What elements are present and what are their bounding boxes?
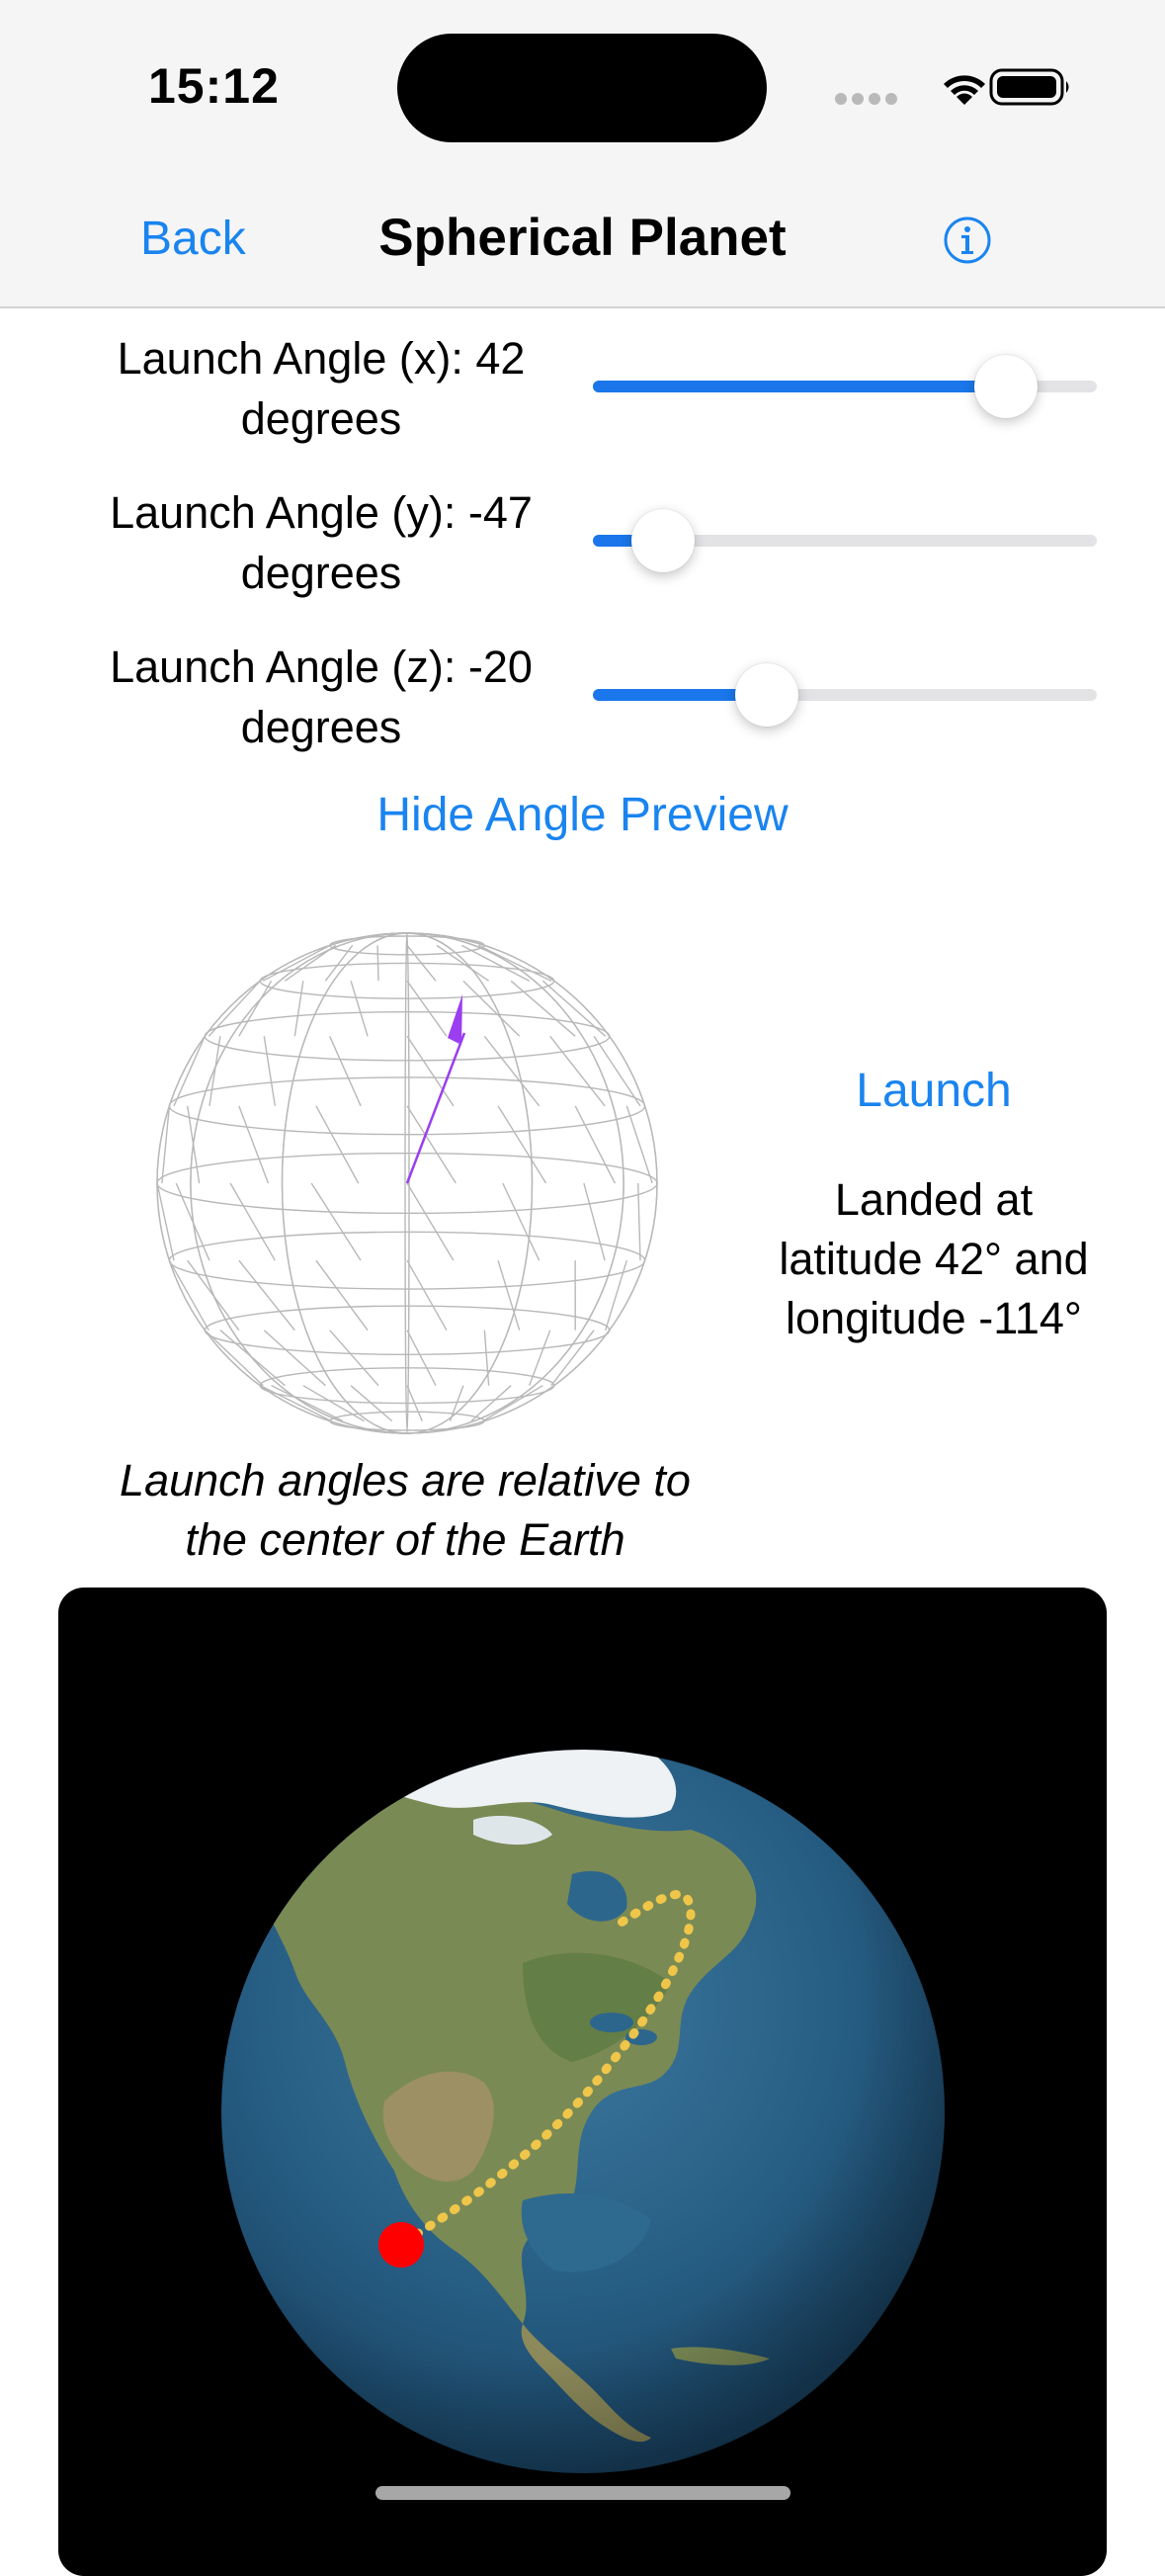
info-icon[interactable] <box>943 215 992 265</box>
slider-thumb[interactable] <box>631 509 695 572</box>
battery-icon <box>991 70 1069 104</box>
slider-thumb[interactable] <box>735 663 798 727</box>
status-time: 15:12 <box>148 57 280 115</box>
launch-angle-z-slider[interactable] <box>593 689 1097 701</box>
cellular-signal-icon <box>835 93 897 105</box>
earth-scene-view[interactable] <box>58 1588 1107 2576</box>
launch-angle-x-slider[interactable] <box>593 381 1097 392</box>
launch-direction-arrow <box>407 994 464 1183</box>
landing-marker <box>378 2222 424 2268</box>
navigation-bar: 15:12 Back Spherical Planet <box>0 0 1165 308</box>
slider-thumb[interactable] <box>974 355 1038 418</box>
landing-result: Landed at latitude 42° and longitude -11… <box>731 1170 1136 1348</box>
launch-angle-y-label: Launch Angle (y): -47 degrees <box>40 482 603 603</box>
launch-angle-z-label: Launch Angle (z): -20 degrees <box>40 637 603 757</box>
launch-angle-x-label: Launch Angle (x): 42 degrees <box>40 328 603 449</box>
wifi-icon <box>944 75 985 105</box>
slider-fill <box>593 381 1006 392</box>
back-button[interactable]: Back <box>140 212 246 266</box>
dynamic-island <box>397 34 767 142</box>
preview-caption: Launch angles are relative to the center… <box>40 1451 771 1570</box>
earth-globe <box>58 1588 1107 2576</box>
home-indicator <box>375 2486 791 2500</box>
status-icons <box>835 61 1072 111</box>
angle-preview-sphere <box>148 919 662 1443</box>
launch-angle-y-slider[interactable] <box>593 535 1097 547</box>
hide-angle-preview-button[interactable]: Hide Angle Preview <box>0 788 1165 842</box>
launch-button[interactable]: Launch <box>731 1064 1136 1118</box>
south-america-landmass <box>867 2404 948 2527</box>
